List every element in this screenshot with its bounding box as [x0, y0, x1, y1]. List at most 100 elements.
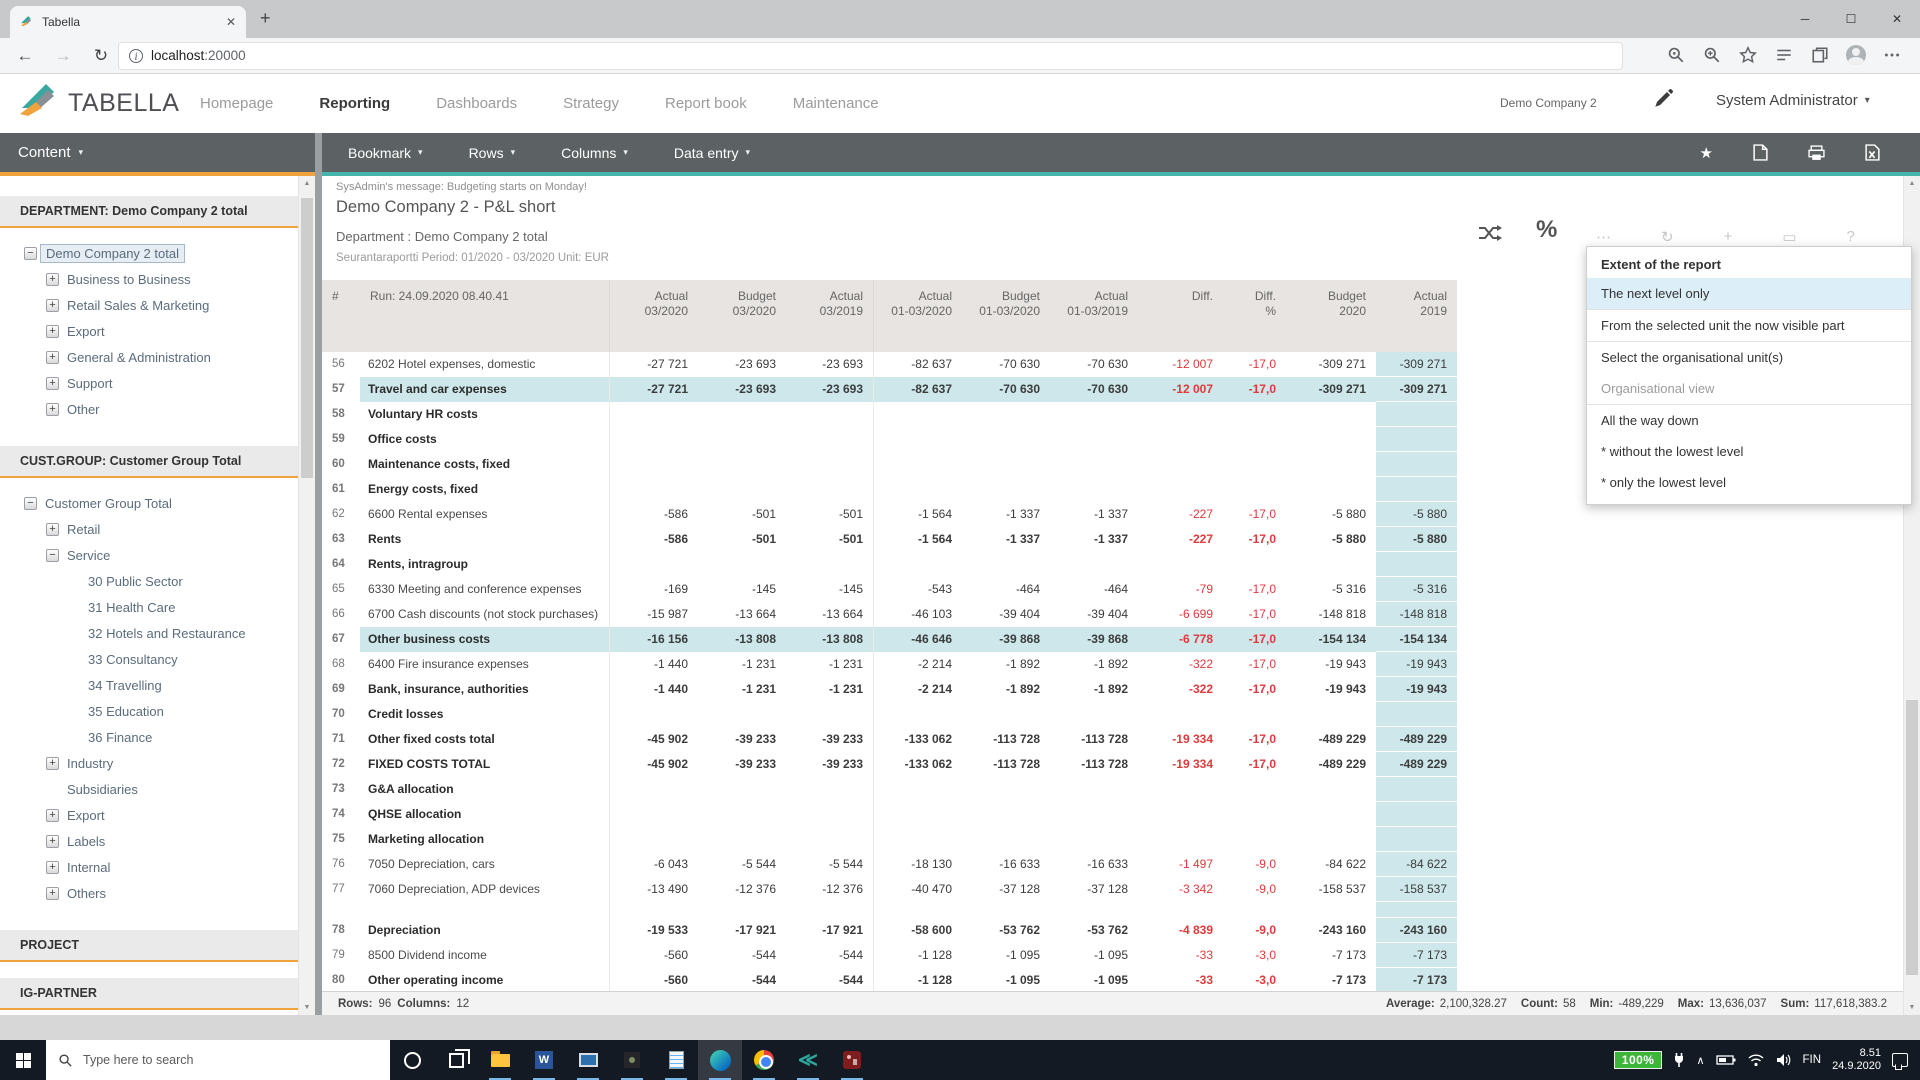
expand-box-icon[interactable]: + [46, 324, 59, 338]
tree-item-internal[interactable]: + Internal [0, 854, 298, 880]
sidebar-scroll-thumb[interactable] [301, 198, 313, 478]
reading-list-icon[interactable] [1772, 43, 1796, 67]
column-header-run[interactable]: Run: 24.09.2020 08.40.41 [360, 280, 610, 352]
column-header-num[interactable]: # [322, 280, 360, 352]
table-row-59[interactable]: 59 Office costs [322, 427, 1457, 452]
column-header-budget-2020[interactable]: Budget 2020 [1286, 280, 1376, 352]
panel-header-project[interactable]: PROJECT [0, 930, 298, 962]
table-row-73[interactable]: 73 G&A allocation [322, 777, 1457, 802]
column-header-diff[interactable]: Diff. [1138, 280, 1223, 352]
expand-box-icon[interactable]: + [46, 834, 59, 848]
document-icon[interactable] [1753, 144, 1768, 161]
zoom-icon[interactable] [1700, 43, 1724, 67]
table-row-80[interactable]: 80 Other operating income -560 -544 -544 -1 1… [322, 968, 1457, 993]
tree-item-32-hotels-and-restaurance[interactable]: 32 Hotels and Restaurance [0, 620, 298, 646]
panel-header-ig-partner[interactable]: IG-PARTNER [0, 978, 298, 1010]
taskbar-app-red-app[interactable] [830, 1040, 874, 1080]
sidebar-scrollbar[interactable]: ▲ ▼ [298, 176, 315, 1015]
url-input[interactable]: i localhost:20000 [118, 42, 1623, 70]
menu-bookmark[interactable]: Bookmark ▾ [348, 145, 423, 161]
table-row-61[interactable]: 61 Energy costs, fixed [322, 477, 1457, 502]
popup-item-select-the-organisational-unit-s[interactable]: Select the organisational unit(s) [1587, 342, 1911, 373]
taskbar-app-chrome[interactable] [742, 1040, 786, 1080]
user-menu[interactable]: System Administrator ▾ [1716, 92, 1870, 109]
collapse-box-icon[interactable]: − [46, 548, 59, 562]
column-header-actual-01-03-2019[interactable]: Actual 01-03/2019 [1050, 280, 1138, 352]
window-close-button[interactable]: ✕ [1874, 0, 1920, 38]
collapse-box-icon[interactable]: − [24, 496, 37, 510]
nav-homepage[interactable]: Homepage [200, 95, 273, 112]
scroll-up-icon[interactable]: ▲ [1904, 176, 1920, 191]
popup-item-from-the-selected-unit-the-now-visible-part[interactable]: From the selected unit the now visible p… [1587, 310, 1911, 342]
taskbar-app-file-explorer[interactable] [478, 1040, 522, 1080]
volume-icon[interactable] [1776, 1053, 1792, 1067]
menu-data-entry[interactable]: Data entry ▾ [674, 145, 750, 161]
table-row-56[interactable]: 56 6202 Hotel expenses, domestic -27 721 -2… [322, 352, 1457, 377]
browser-tab[interactable]: Tabella ✕ [10, 6, 246, 38]
table-row-66[interactable]: 66 6700 Cash discounts (not stock purchas… [322, 602, 1457, 627]
taskbar-app-word[interactable]: W [522, 1040, 566, 1080]
taskbar-app-remote-desktop[interactable] [566, 1040, 610, 1080]
column-header-actual-03-2019[interactable]: Actual 03/2019 [786, 280, 874, 352]
favorite-star-icon[interactable]: ★ [1700, 144, 1713, 162]
popup-item-without-the-lowest-level[interactable]: * without the lowest level [1587, 436, 1911, 467]
window-minimize-button[interactable]: ─ [1782, 0, 1828, 38]
print-icon[interactable] [1808, 144, 1825, 161]
taskbar-app-tabella[interactable]: ≪ [786, 1040, 830, 1080]
expand-box-icon[interactable]: + [46, 350, 59, 364]
table-row-67[interactable]: 67 Other business costs -16 156 -13 808 -13 … [322, 627, 1457, 652]
tree-item-export[interactable]: + Export [0, 802, 298, 828]
nav-dashboards[interactable]: Dashboards [436, 95, 517, 112]
table-row-79[interactable]: 79 8500 Dividend income -560 -544 -544 -1 128… [322, 943, 1457, 968]
taskbar-app-edge[interactable] [698, 1040, 742, 1080]
chevron-up-icon[interactable]: ∧ [1696, 1054, 1704, 1067]
tree-item-business-to-business[interactable]: + Business to Business [0, 266, 298, 292]
language-indicator[interactable]: FIN [1803, 1054, 1822, 1066]
excel-export-icon[interactable] [1865, 144, 1880, 161]
plug-icon[interactable] [1673, 1052, 1685, 1068]
tree-item-35-education[interactable]: 35 Education [0, 698, 298, 724]
table-row-76[interactable]: 76 7050 Depreciation, cars -6 043 -5 544 -5 … [322, 852, 1457, 877]
notification-icon[interactable] [1892, 1053, 1908, 1070]
table-row-70[interactable]: 70 Credit losses [322, 702, 1457, 727]
expand-box-icon[interactable]: + [46, 886, 59, 900]
scroll-down-icon[interactable]: ▼ [1904, 1000, 1920, 1015]
collapse-box-icon[interactable]: − [24, 246, 37, 260]
tab-close-icon[interactable]: ✕ [226, 15, 236, 29]
tree-item-36-finance[interactable]: 36 Finance [0, 724, 298, 750]
report-scroll-thumb[interactable] [1906, 700, 1918, 975]
tree-item-labels[interactable]: + Labels [0, 828, 298, 854]
column-header-actual-2019[interactable]: Actual 2019 [1376, 280, 1457, 352]
scroll-down-icon[interactable]: ▼ [299, 1000, 315, 1015]
column-header-budget-01-03-2020[interactable]: Budget 01-03/2020 [962, 280, 1050, 352]
tree-item-subsidiaries[interactable]: Subsidiaries [0, 776, 298, 802]
column-header-actual-01-03-2020[interactable]: Actual 01-03/2020 [874, 280, 962, 352]
table-row-64[interactable]: 64 Rents, intragroup [322, 552, 1457, 577]
taskbar-app-task-view[interactable] [434, 1040, 478, 1080]
nav-maintenance[interactable]: Maintenance [793, 95, 879, 112]
new-tab-button[interactable]: + [260, 8, 271, 29]
tree-item-retail-sales-marketing[interactable]: + Retail Sales & Marketing [0, 292, 298, 318]
expand-box-icon[interactable]: + [46, 402, 59, 416]
tree-item-retail[interactable]: + Retail [0, 516, 298, 542]
tree-item-industry[interactable]: + Industry [0, 750, 298, 776]
menu-columns[interactable]: Columns ▾ [561, 145, 628, 161]
column-header-diff[interactable]: Diff.% [1223, 280, 1286, 352]
clock[interactable]: 8.51 24.9.2020 [1832, 1047, 1881, 1073]
table-row-63[interactable]: 63 Rents -586 -501 -501 -1 564 -1 337 -1 337 -22… [322, 527, 1457, 552]
find-icon[interactable] [1664, 43, 1688, 67]
taskbar-app-dark-app[interactable] [610, 1040, 654, 1080]
scroll-up-icon[interactable]: ▲ [299, 176, 315, 191]
expand-box-icon[interactable]: + [46, 376, 59, 390]
window-maximize-button[interactable]: ☐ [1828, 0, 1874, 38]
tree-item-31-health-care[interactable]: 31 Health Care [0, 594, 298, 620]
tree-item-33-consultancy[interactable]: 33 Consultancy [0, 646, 298, 672]
tree-item-demo-company-2-total[interactable]: − Demo Company 2 total [0, 240, 298, 266]
edit-pencil-icon[interactable] [1652, 88, 1674, 115]
table-row-72[interactable]: 72 FIXED COSTS TOTAL -45 902 -39 233 -39 233… [322, 752, 1457, 777]
start-button[interactable] [0, 1040, 46, 1080]
expand-box-icon[interactable]: + [46, 808, 59, 822]
shuffle-icon[interactable] [1477, 222, 1503, 249]
popup-item-all-the-way-down[interactable]: All the way down [1587, 405, 1911, 436]
table-row-68[interactable]: 68 6400 Fire insurance expenses -1 440 -1 2… [322, 652, 1457, 677]
